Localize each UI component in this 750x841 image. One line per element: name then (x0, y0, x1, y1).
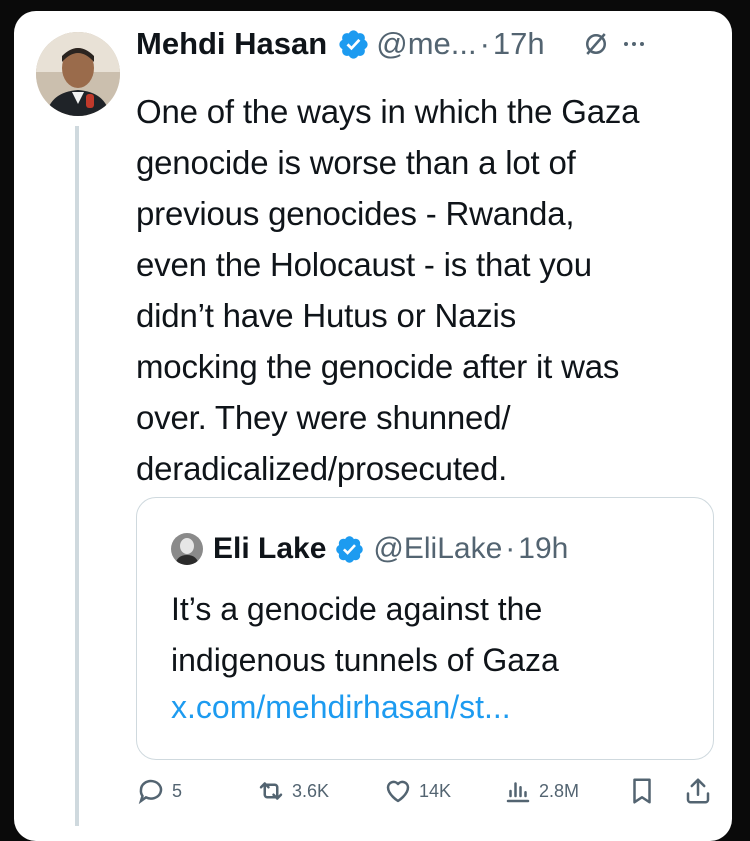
tweet-text: One of the ways in which the Gaza genoci… (136, 93, 640, 487)
quote-header: Eli Lake @EliLake · 19h (171, 532, 568, 566)
avatar-image (36, 32, 120, 116)
bookmark-button[interactable] (627, 776, 657, 806)
quote-separator-dot: · (505, 532, 516, 565)
repost-icon (259, 782, 283, 800)
separator-dot: · (479, 26, 490, 61)
repost-count: 3.6K (292, 780, 330, 801)
quote-author-name[interactable]: Eli Lake (213, 532, 326, 566)
share-icon (686, 778, 710, 804)
author-name[interactable]: Mehdi Hasan (136, 26, 327, 62)
grok-icon[interactable] (581, 29, 611, 59)
reply-count: 5 (172, 780, 183, 801)
like-count: 14K (419, 780, 452, 801)
quote-link[interactable]: x.com/mehdirhasan/st... (171, 682, 511, 733)
views-count: 2.8M (539, 780, 580, 801)
thread-line (75, 126, 79, 826)
heart-icon (386, 780, 410, 803)
more-dots-icon[interactable] (623, 40, 645, 48)
quote-verified-badge-icon (336, 535, 364, 563)
tweet-time[interactable]: 17h (493, 26, 545, 62)
quote-time[interactable]: 19h (518, 532, 568, 566)
like-button[interactable]: 14K (383, 776, 451, 806)
quoted-tweet[interactable]: Eli Lake @EliLake · 19h It’s a genocide … (136, 497, 714, 760)
author-avatar[interactable] (36, 32, 120, 116)
views-icon (506, 782, 530, 803)
reply-icon (138, 779, 163, 805)
verified-badge-icon (339, 29, 368, 59)
author-handle[interactable]: @me... (376, 26, 476, 62)
views-button[interactable]: 2.8M (503, 776, 579, 806)
quote-text: It’s a genocide against the indigenous t… (171, 591, 559, 678)
bookmark-icon (633, 778, 651, 804)
quote-author-avatar (171, 533, 203, 565)
quote-author-handle[interactable]: @EliLake (373, 532, 502, 566)
action-bar: 5 3.6K 14K 2.8M (0, 776, 750, 816)
reply-button[interactable]: 5 (136, 776, 182, 806)
repost-button[interactable]: 3.6K (256, 776, 329, 806)
tweet-header: Mehdi Hasan @me... · 17h (136, 26, 645, 62)
share-button[interactable] (683, 776, 713, 806)
